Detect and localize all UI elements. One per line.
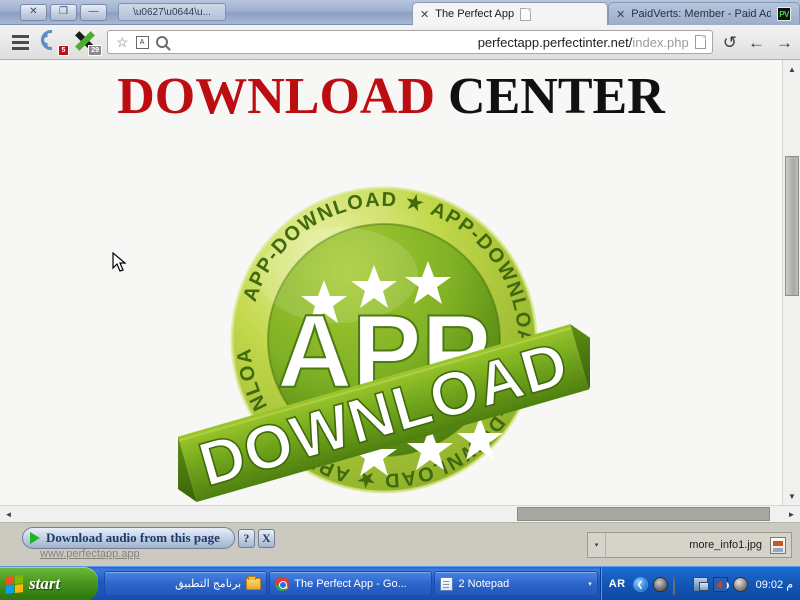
ad-blocker-badge-count: 29 (88, 45, 102, 56)
taskbar-item-notepad-group[interactable]: 2 Notepad ▾ (434, 571, 598, 596)
url-path: index.php (632, 34, 689, 50)
taskbar-item-label: 2 Notepad (458, 577, 510, 590)
translate-icon[interactable]: A (135, 35, 149, 49)
hamburger-menu-icon[interactable] (7, 31, 33, 53)
desktop-screen: ✕ ❐ — \u0627\u0644\u... ✕ The Perfect Ap… (0, 0, 800, 600)
navigation-buttons: ↺ ← → (719, 34, 800, 51)
page-title-first-word: DOWNLOAD (117, 68, 436, 125)
tab-label: The Perfect App (435, 8, 515, 20)
url-text[interactable]: perfectapp.perfectinter.net/index.php (176, 35, 695, 50)
tab-close-icon[interactable]: ✕ (420, 8, 429, 21)
tab-paidverts[interactable]: ✕ PaidVerts: Member - Paid Ad PV (608, 2, 800, 25)
reload-button[interactable]: ↺ (723, 34, 737, 51)
audio-download-notification: Download audio from this page ? X (22, 527, 275, 549)
tab-close-icon[interactable]: ✕ (616, 8, 625, 21)
folder-icon (246, 575, 262, 590)
paidverts-icon: PV (777, 7, 791, 21)
rss-reader-icon[interactable]: 5 (38, 29, 69, 56)
page-title: DOWNLOAD CENTER (0, 67, 782, 126)
antivirus-shield-icon[interactable] (652, 576, 668, 592)
page-footer-link: www.perfectapp.app (40, 548, 140, 560)
chrome-icon (275, 576, 290, 591)
scroll-left-button[interactable]: ◄ (0, 506, 17, 523)
play-triangle-icon (30, 532, 40, 544)
back-button[interactable]: ← (748, 34, 765, 51)
window-restore-button[interactable]: ❐ (50, 3, 77, 21)
network-connection-icon[interactable] (692, 576, 709, 592)
start-button[interactable]: start (0, 567, 98, 600)
page-content: DOWNLOAD CENTER APP-DOWNLOAD ★ APP-DOWNL… (0, 60, 782, 505)
url-host: perfectapp.perfectinter.net/ (477, 34, 633, 50)
browser-tabstrip: ✕ The Perfect App ✕ PaidVerts: Member - … (412, 0, 800, 25)
taskbar-item-label: The Perfect App - Go... (294, 577, 407, 590)
rss-badge-count: 5 (58, 45, 69, 56)
jpg-file-icon (770, 536, 786, 554)
close-notification-button[interactable]: X (257, 528, 275, 548)
horizontal-scroll-track[interactable] (17, 506, 783, 523)
language-indicator[interactable]: AR (609, 578, 626, 590)
window-close-button[interactable]: ✕ (20, 3, 47, 21)
clock[interactable]: 09:02 م (756, 578, 793, 591)
taskbar-items: برنامج التطبيق The Perfect App - Go... 2… (98, 567, 600, 600)
chevron-down-icon[interactable]: ▾ (588, 580, 592, 588)
horizontal-scroll-thumb[interactable] (517, 506, 770, 521)
page-vertical-scrollbar[interactable]: ▲ ▼ (782, 60, 800, 505)
notepad-icon (440, 576, 454, 591)
document-icon (520, 7, 532, 21)
vertical-scroll-track[interactable] (783, 78, 800, 487)
window-minimize-button[interactable]: — (80, 3, 107, 21)
browser-toolbar: 5 29 ☆ A perfectapp.perfectinter.net/ind… (0, 25, 800, 60)
url-bar[interactable]: ☆ A perfectapp.perfectinter.net/index.ph… (107, 30, 713, 54)
windows-taskbar: start برنامج التطبيق The Perfect App - G… (0, 566, 800, 600)
notification-bell-icon[interactable] (672, 575, 688, 595)
page-horizontal-scrollbar[interactable]: ◄ ► (0, 505, 800, 522)
download-item[interactable]: ▾ more_info1.jpg (587, 532, 792, 558)
page-document-icon[interactable] (694, 35, 706, 49)
taskbar-item-the-perfect-app[interactable]: The Perfect App - Go... (269, 571, 433, 596)
app-download-badge: APP-DOWNLOAD ★ APP-DOWNLOAD ★ APP-DOWNLO… (178, 165, 590, 505)
tab-the-perfect-app[interactable]: ✕ The Perfect App (412, 2, 608, 25)
volume-speaker-icon[interactable] (712, 576, 729, 592)
start-label: start (29, 574, 61, 593)
system-tray: AR ❮ 09:02 م (599, 567, 800, 600)
vertical-scroll-thumb[interactable] (785, 156, 799, 296)
chevron-down-icon[interactable]: ▾ (588, 533, 606, 557)
tray-expand-chevron-icon[interactable]: ❮ (632, 576, 648, 592)
help-button[interactable]: ? (237, 528, 255, 548)
download-audio-button[interactable]: Download audio from this page (22, 527, 235, 549)
magnifier-icon[interactable] (155, 36, 168, 48)
download-bar: www.perfectapp.app Download audio from t… (0, 522, 800, 566)
scroll-up-button[interactable]: ▲ (783, 60, 800, 78)
ad-blocker-x-icon[interactable]: 29 (71, 29, 102, 56)
bookmark-star-icon[interactable]: ☆ (116, 35, 129, 49)
scroll-right-button[interactable]: ► (783, 506, 800, 523)
page-viewport: DOWNLOAD CENTER APP-DOWNLOAD ★ APP-DOWNL… (0, 60, 800, 505)
windows-flag-icon (6, 574, 23, 594)
disc-drive-icon[interactable] (732, 576, 748, 592)
tab-label: PaidVerts: Member - Paid Ad (631, 8, 772, 20)
download-filename: more_info1.jpg (689, 539, 762, 551)
scroll-down-button[interactable]: ▼ (783, 487, 800, 505)
page-title-second-word: CENTER (448, 68, 665, 125)
forward-button[interactable]: → (776, 34, 793, 51)
window-title: \u0627\u0644\u... (118, 3, 226, 21)
mouse-cursor (112, 251, 128, 274)
taskbar-item-label: برنامج التطبيق (175, 578, 242, 590)
taskbar-item-app-program[interactable]: برنامج التطبيق (104, 571, 268, 596)
download-audio-label: Download audio from this page (46, 530, 220, 545)
